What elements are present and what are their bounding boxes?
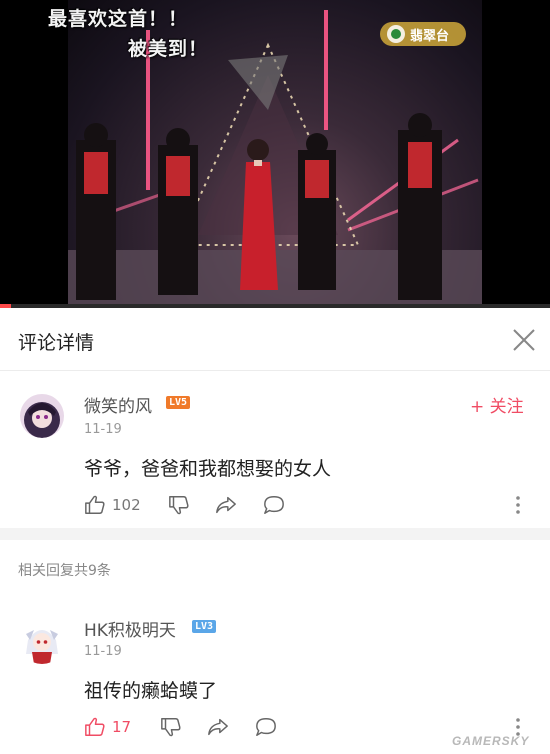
dislike-button[interactable] (160, 714, 182, 740)
replies-count: 相关回复共9条 (18, 563, 111, 579)
like-count: 17 (112, 718, 132, 736)
page-title: 评论详情 (18, 332, 95, 354)
share-button[interactable] (214, 492, 238, 518)
username[interactable]: HK积极明天 (84, 616, 176, 641)
share-button[interactable] (206, 714, 230, 740)
main-comment: 微笑的风 LV5 + 关注 11-19 爷爷，爸爸和我都想娶的女人 102 (0, 372, 550, 528)
thumbs-down-icon (161, 718, 181, 737)
follow-button[interactable]: + 关注 (470, 392, 524, 417)
dislike-button[interactable] (168, 492, 190, 518)
comment-text: 祖传的癞蛤蟆了 (84, 680, 218, 702)
comment-date: 11-19 (84, 422, 122, 437)
thumbs-up-icon (85, 495, 105, 514)
thumbs-up-icon (85, 717, 105, 736)
share-icon (208, 718, 228, 736)
like-button[interactable]: 17 (84, 714, 131, 740)
reply-comment: HK积极明天 LV3 11-19 祖传的癞蛤蟆了 17 (0, 600, 550, 754)
thumbs-down-icon (169, 496, 189, 515)
reply-button[interactable] (262, 492, 286, 518)
level-badge: LV3 (192, 620, 217, 633)
comment-date: 11-19 (84, 644, 122, 659)
close-button[interactable] (510, 326, 538, 354)
comment-bubble-icon (264, 496, 284, 514)
reply-button[interactable] (254, 714, 278, 740)
comment-actions: 102 (84, 492, 524, 518)
video-player[interactable]: 翡翠台 最喜欢这首！！ 被美到！ (0, 0, 550, 308)
like-count: 102 (112, 496, 141, 514)
video-caption-line1: 最喜欢这首！！ (48, 8, 189, 30)
avatar[interactable] (20, 620, 64, 664)
comment-text: 爷爷，爸爸和我都想娶的女人 (84, 458, 332, 480)
close-icon (513, 329, 535, 351)
section-divider (0, 528, 550, 540)
like-button[interactable]: 102 (84, 492, 141, 518)
avatar[interactable] (20, 394, 64, 438)
comment-bubble-icon (256, 718, 276, 736)
video-caption-line2: 被美到！ (128, 38, 209, 60)
watermark: GAMERSKY (452, 734, 530, 748)
channel-logo: 翡翠台 (380, 20, 466, 48)
username[interactable]: 微笑的风 (84, 392, 152, 417)
level-badge: LV5 (166, 396, 191, 409)
channel-logo-text: 翡翠台 (410, 29, 450, 44)
more-vertical-icon (516, 496, 520, 514)
more-options-button[interactable] (508, 492, 528, 518)
share-icon (216, 496, 236, 514)
comment-detail-header: 评论详情 (0, 308, 550, 371)
